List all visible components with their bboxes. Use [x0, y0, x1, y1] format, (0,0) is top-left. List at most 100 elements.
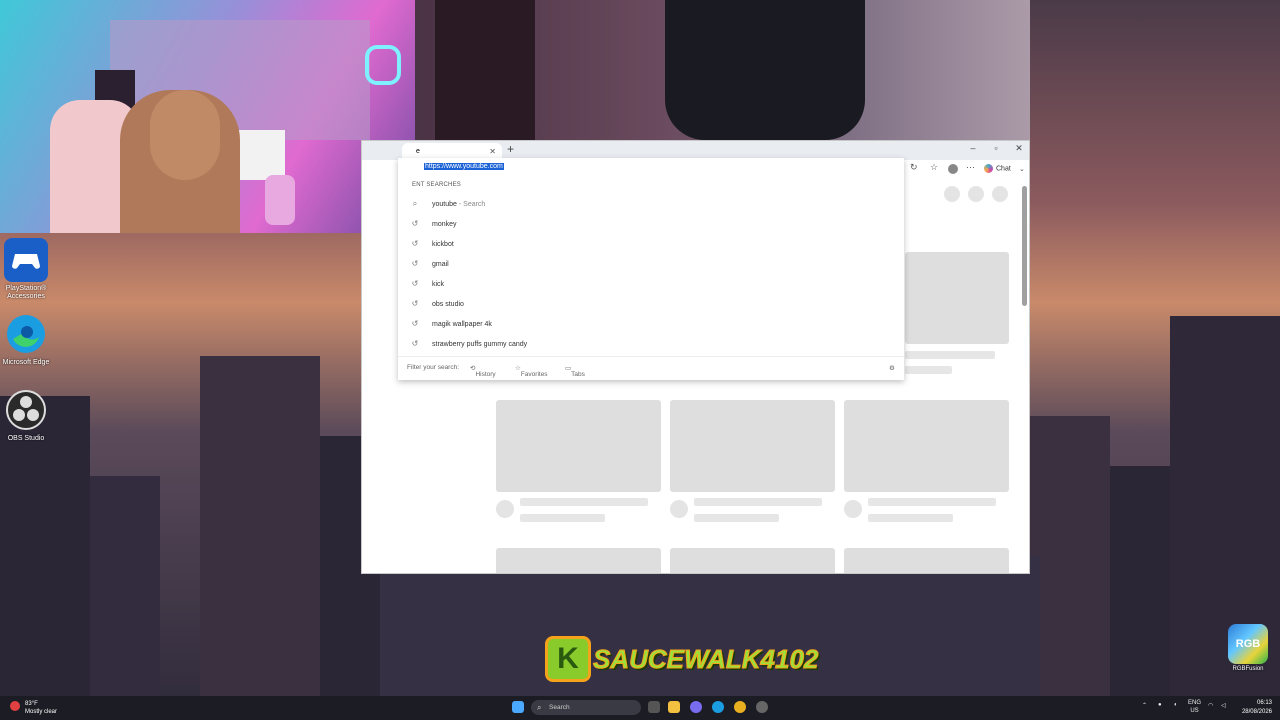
- placeholder-icon: [944, 186, 960, 202]
- profile-icon[interactable]: [948, 164, 958, 174]
- suggestion-item[interactable]: ↺ strawberry puffs gummy candy: [408, 335, 888, 353]
- file-explorer-icon[interactable]: [668, 701, 680, 713]
- weather-temp: 83°F: [25, 701, 38, 707]
- favorites-star-icon[interactable]: ☆: [930, 162, 938, 173]
- search-placeholder: Search: [549, 704, 570, 711]
- suggestion-item[interactable]: ↺ kickbot: [408, 235, 888, 253]
- tray-chevron-icon[interactable]: ⌃: [1142, 702, 1147, 709]
- edge-icon: [4, 312, 48, 356]
- desktop-icon-label: Microsoft Edge: [2, 359, 50, 366]
- suggestion-item[interactable]: ↺ kick: [408, 275, 888, 293]
- history-icon: ↺: [411, 279, 419, 288]
- start-icon[interactable]: [512, 701, 524, 713]
- desktop-icon-label: OBS Studio: [7, 435, 45, 442]
- chrome-icon[interactable]: [734, 701, 746, 713]
- placeholder-icon: [968, 186, 984, 202]
- minimize-icon[interactable]: –: [962, 143, 984, 153]
- time: 06:13: [1256, 700, 1272, 706]
- wifi-icon[interactable]: ◠: [1208, 702, 1213, 709]
- task-view-icon[interactable]: [648, 701, 660, 713]
- search-icon: ⌕: [412, 199, 418, 208]
- tabs-filter-button[interactable]: ▭ Tabs: [565, 364, 585, 378]
- suggestion-item[interactable]: ↺ gmail: [408, 255, 888, 273]
- edge-icon[interactable]: [712, 701, 724, 713]
- tray-app-icon[interactable]: ◐: [1174, 702, 1178, 708]
- video-title-placeholder: [905, 351, 995, 359]
- clock[interactable]: 06:13 28/08/2026: [1236, 699, 1272, 717]
- neon-sign: [365, 45, 401, 85]
- logo-k-icon: K: [545, 636, 591, 682]
- history-icon: ↺: [411, 219, 419, 228]
- history-icon: ↺: [411, 259, 419, 268]
- discord-icon[interactable]: [690, 701, 702, 713]
- microphone: [265, 175, 295, 225]
- date: 28/08/2026: [1241, 709, 1272, 715]
- chat-label: Chat: [996, 165, 1011, 173]
- search-icon: ⌕: [537, 703, 542, 712]
- volume-icon[interactable]: ◁: [1221, 702, 1226, 709]
- tabs-label: Tabs: [571, 371, 585, 378]
- favorites-filter-button[interactable]: ☆ Favorites: [515, 364, 548, 378]
- video-title-placeholder: [868, 498, 996, 506]
- placeholder-icon: [992, 186, 1008, 202]
- wallpaper-poster: [415, 0, 1030, 140]
- video-thumbnail-placeholder: [844, 400, 1009, 492]
- video-thumbnail-placeholder: [670, 548, 835, 573]
- streamer-name: SAUCEWALK4102: [592, 643, 819, 674]
- refresh-icon[interactable]: ↻: [910, 162, 918, 173]
- scrollbar[interactable]: [1022, 186, 1027, 306]
- desktop-icon-label: RGBFusion: [1232, 666, 1264, 672]
- lang-code: ENG: [1188, 700, 1202, 706]
- poster-figure: [435, 0, 535, 140]
- settings-gear-icon[interactable]: ⚙: [889, 364, 895, 372]
- recent-searches-title: ENT SEARCHES: [412, 182, 461, 188]
- desktop-icon-obs[interactable]: OBS Studio: [2, 388, 50, 443]
- suggestion-text: obs studio: [432, 301, 464, 308]
- language-indicator[interactable]: ENG US: [1188, 699, 1201, 715]
- obs-icon: [4, 388, 48, 432]
- video-thumbnail-placeholder: [844, 548, 1009, 573]
- playstation-accessories-icon: [4, 238, 48, 282]
- weather-icon: [10, 701, 20, 711]
- address-bar-input[interactable]: https://www.youtube.com: [424, 163, 504, 170]
- stream-logo: K SAUCEWALK4102: [545, 634, 819, 684]
- weather-widget[interactable]: 83°F Mostly clear: [10, 700, 57, 716]
- taskbar-search[interactable]: ⌕ Search: [531, 700, 641, 715]
- dropdown-footer: Filter your search: ⟲ History ☆ Favorite…: [398, 356, 904, 380]
- suggestion-item[interactable]: ↺ obs studio: [408, 295, 888, 313]
- desktop-icon-edge[interactable]: Microsoft Edge: [2, 312, 50, 367]
- more-icon[interactable]: ⋯: [966, 162, 975, 173]
- video-thumbnail-placeholder: [670, 400, 835, 492]
- weather-desc: Mostly clear: [25, 709, 58, 715]
- tray-app-icon[interactable]: ●: [1158, 702, 1162, 708]
- chevron-down-icon[interactable]: ⌄: [1019, 165, 1025, 173]
- tab-title: e: [416, 148, 420, 155]
- video-meta-placeholder: [868, 514, 953, 522]
- copilot-icon: [984, 164, 993, 173]
- address-bar-dropdown: https://www.youtube.com ENT SEARCHES ⌕ yo…: [398, 158, 904, 380]
- region-code: US: [1190, 708, 1199, 714]
- obs-icon[interactable]: [756, 701, 768, 713]
- suggestion-item[interactable]: ⌕ youtube - Search: [408, 195, 888, 213]
- video-title-placeholder: [520, 498, 648, 506]
- rgb-fusion-icon: RGB: [1228, 624, 1268, 664]
- desktop-icon-label: PlayStation® Accessories: [5, 285, 47, 300]
- filter-search-label: Filter your search:: [407, 364, 460, 371]
- desktop-icon-playstation[interactable]: PlayStation® Accessories: [2, 238, 50, 301]
- video-title-placeholder: [694, 498, 822, 506]
- new-tab-icon[interactable]: +: [507, 142, 514, 156]
- suggestion-item[interactable]: ↺ monkey: [408, 215, 888, 233]
- channel-avatar-placeholder: [670, 500, 688, 518]
- suggestion-item[interactable]: ↺ magik wallpaper 4k: [408, 315, 888, 333]
- maximize-icon[interactable]: ▫: [985, 143, 1007, 153]
- desktop-icon-rgbfusion[interactable]: RGB RGBFusion: [1227, 624, 1269, 676]
- chat-button[interactable]: Chat: [984, 164, 1011, 173]
- suggestion-text: youtube: [432, 201, 457, 208]
- close-icon[interactable]: ✕: [1008, 143, 1029, 154]
- suggestion-text: gmail: [432, 261, 449, 268]
- history-icon: ↺: [411, 299, 419, 308]
- channel-avatar-placeholder: [844, 500, 862, 518]
- history-label: History: [475, 371, 496, 378]
- history-filter-button[interactable]: ⟲ History: [470, 364, 496, 378]
- video-thumbnail-placeholder: [496, 548, 661, 573]
